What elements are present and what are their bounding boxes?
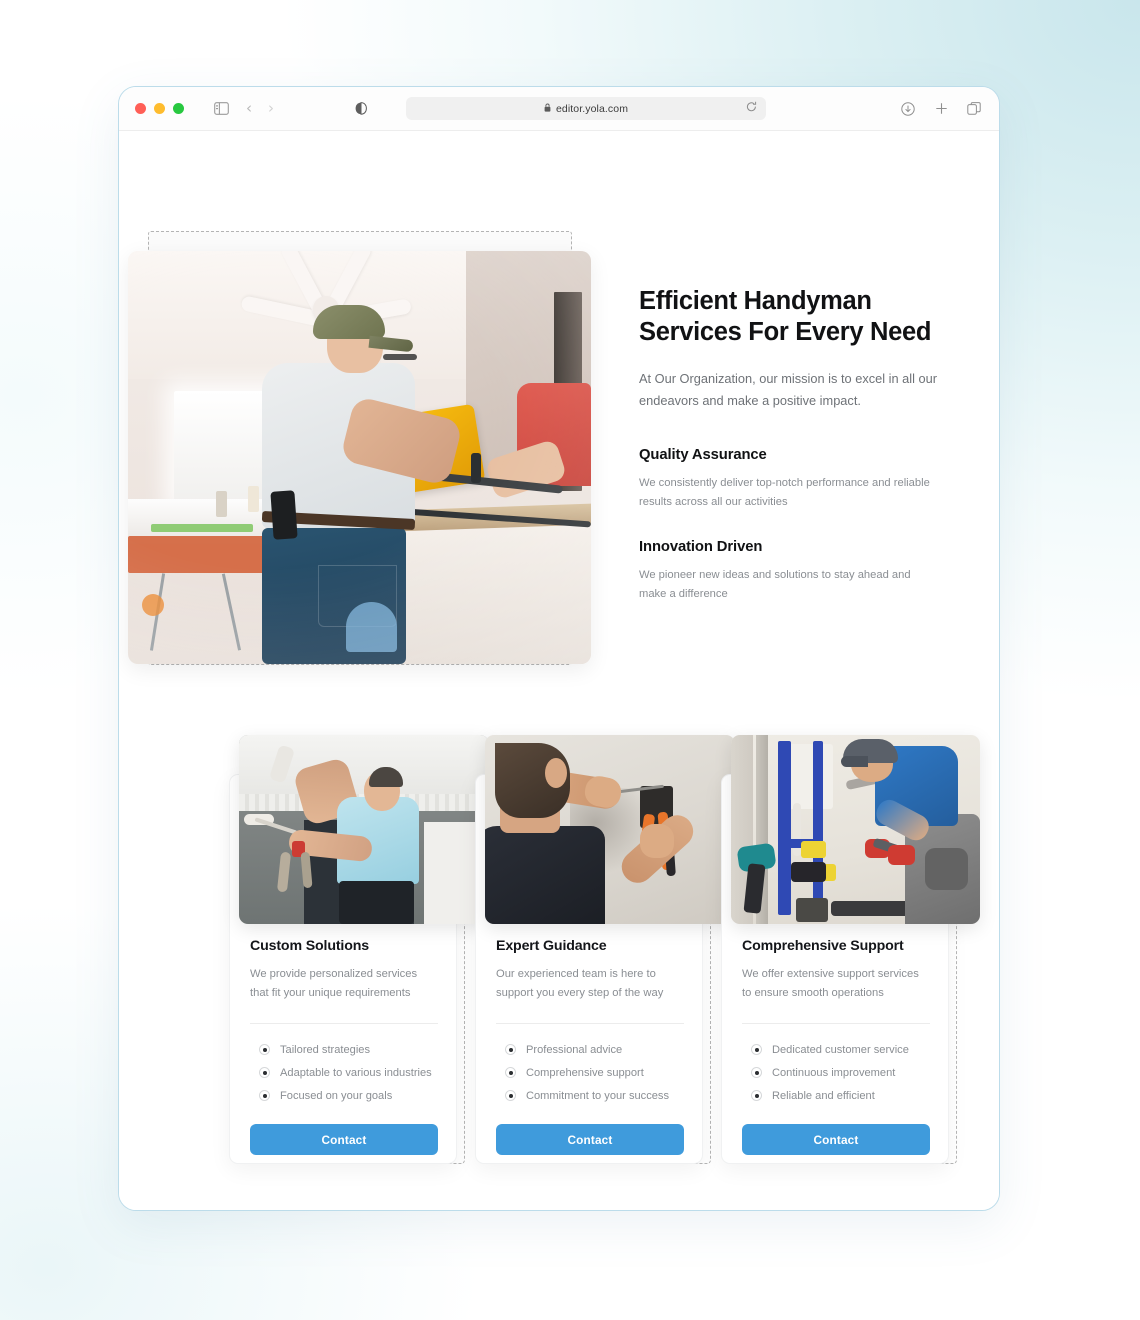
- hero-subtitle: At Our Organization, our mission is to e…: [639, 370, 938, 408]
- bullet-label: Dedicated customer service: [772, 1043, 909, 1056]
- card-title: Custom Solutions: [250, 938, 369, 954]
- reload-icon[interactable]: [746, 101, 757, 116]
- feature-quality-assurance: Quality Assurance We consistently delive…: [639, 447, 939, 513]
- contact-button[interactable]: Contact: [742, 1124, 930, 1156]
- list-item: Focused on your goals: [250, 1084, 438, 1107]
- contact-button[interactable]: Contact: [496, 1124, 684, 1156]
- list-item: Professional advice: [496, 1038, 684, 1061]
- reader-mode-icon[interactable]: [352, 100, 370, 118]
- bullet-dot-icon: [505, 1044, 516, 1056]
- service-card[interactable]: Custom Solutions We provide personalized…: [229, 735, 489, 1164]
- feature-heading: Innovation Driven: [639, 539, 763, 556]
- bullet-label: Reliable and efficient: [772, 1089, 875, 1102]
- minimize-window-button[interactable]: [154, 103, 165, 114]
- browser-titlebar: ‹ › editor.yola.com: [119, 87, 999, 131]
- list-item: Tailored strategies: [250, 1038, 438, 1061]
- hero-copy-block: Efficient Handyman Services For Every Ne…: [639, 286, 939, 605]
- feature-heading: Quality Assurance: [639, 446, 767, 463]
- website-canvas: Efficient Handyman Services For Every Ne…: [119, 131, 999, 1210]
- page-title: Efficient Handyman Services For Every Ne…: [639, 287, 932, 346]
- bullet-label: Commitment to your success: [526, 1089, 670, 1102]
- list-item: Comprehensive support: [496, 1061, 684, 1084]
- bullet-dot-icon: [259, 1067, 270, 1079]
- list-item: Reliable and efficient: [742, 1084, 930, 1107]
- address-bar[interactable]: editor.yola.com: [406, 97, 766, 120]
- tab-overview-icon[interactable]: [965, 100, 983, 118]
- service-card[interactable]: Expert Guidance Our experienced team is …: [475, 735, 735, 1164]
- bullet-label: Professional advice: [526, 1043, 623, 1056]
- card-body: Expert Guidance Our experienced team is …: [496, 938, 684, 1156]
- hero-image-selection-outline[interactable]: [128, 231, 591, 665]
- window-traffic-lights[interactable]: [135, 103, 184, 114]
- card-divider: [742, 1023, 930, 1025]
- download-icon[interactable]: [899, 100, 917, 118]
- bullet-dot-icon: [751, 1044, 762, 1056]
- close-window-button[interactable]: [135, 103, 146, 114]
- list-item: Adaptable to various industries: [250, 1061, 438, 1084]
- zoom-window-button[interactable]: [173, 103, 184, 114]
- browser-window: ‹ › editor.yola.com Efficient Handyman S…: [118, 86, 1000, 1211]
- bullet-label: Focused on your goals: [280, 1089, 393, 1102]
- feature-innovation-driven: Innovation Driven We pioneer new ideas a…: [639, 539, 939, 605]
- card-bullet-list: Tailored strategies Adaptable to various…: [250, 1038, 438, 1107]
- feature-body: We pioneer new ideas and solutions to st…: [639, 569, 911, 601]
- list-item: Commitment to your success: [496, 1084, 684, 1107]
- bullet-dot-icon: [505, 1067, 516, 1079]
- hero-image-card[interactable]: [128, 251, 591, 664]
- bullet-dot-icon: [259, 1090, 270, 1102]
- lock-icon: [544, 103, 551, 114]
- browser-right-toolbar: [899, 100, 983, 118]
- sidebar-toggle-icon[interactable]: [212, 100, 230, 118]
- list-item: Dedicated customer service: [742, 1038, 930, 1061]
- bullet-dot-icon: [259, 1044, 270, 1056]
- card-bullet-list: Professional advice Comprehensive suppor…: [496, 1038, 684, 1107]
- contact-button[interactable]: Contact: [250, 1124, 438, 1156]
- bullet-dot-icon: [505, 1090, 516, 1102]
- card-title: Comprehensive Support: [742, 938, 904, 954]
- card-image: [239, 735, 489, 924]
- browser-nav-group: ‹ ›: [212, 100, 274, 118]
- back-button-icon[interactable]: ‹: [246, 101, 252, 116]
- card-description: Our experienced team is here to support …: [496, 968, 664, 999]
- card-body: Comprehensive Support We offer extensive…: [742, 938, 930, 1156]
- bullet-label: Tailored strategies: [280, 1043, 371, 1056]
- card-title: Expert Guidance: [496, 938, 607, 954]
- address-bar-content: editor.yola.com: [544, 103, 628, 115]
- card-image: [731, 735, 980, 924]
- hero-image: [128, 251, 591, 664]
- card-bullet-list: Dedicated customer service Continuous im…: [742, 1038, 930, 1107]
- bullet-label: Continuous improvement: [772, 1066, 896, 1079]
- card-body: Custom Solutions We provide personalized…: [250, 938, 438, 1156]
- list-item: Continuous improvement: [742, 1061, 930, 1084]
- card-divider: [496, 1023, 684, 1025]
- bullet-dot-icon: [751, 1090, 762, 1102]
- plus-icon[interactable]: [932, 100, 950, 118]
- bullet-dot-icon: [751, 1067, 762, 1079]
- card-image: [485, 735, 735, 924]
- card-description: We provide personalized services that fi…: [250, 968, 418, 999]
- bullet-label: Comprehensive support: [526, 1066, 644, 1079]
- service-card[interactable]: Comprehensive Support We offer extensive…: [721, 735, 980, 1164]
- card-description: We offer extensive support services to e…: [742, 968, 919, 999]
- forward-button-icon[interactable]: ›: [268, 101, 274, 116]
- card-divider: [250, 1023, 438, 1025]
- feature-body: We consistently deliver top-notch perfor…: [639, 476, 930, 508]
- bullet-label: Adaptable to various industries: [280, 1066, 432, 1079]
- url-text: editor.yola.com: [555, 102, 629, 115]
